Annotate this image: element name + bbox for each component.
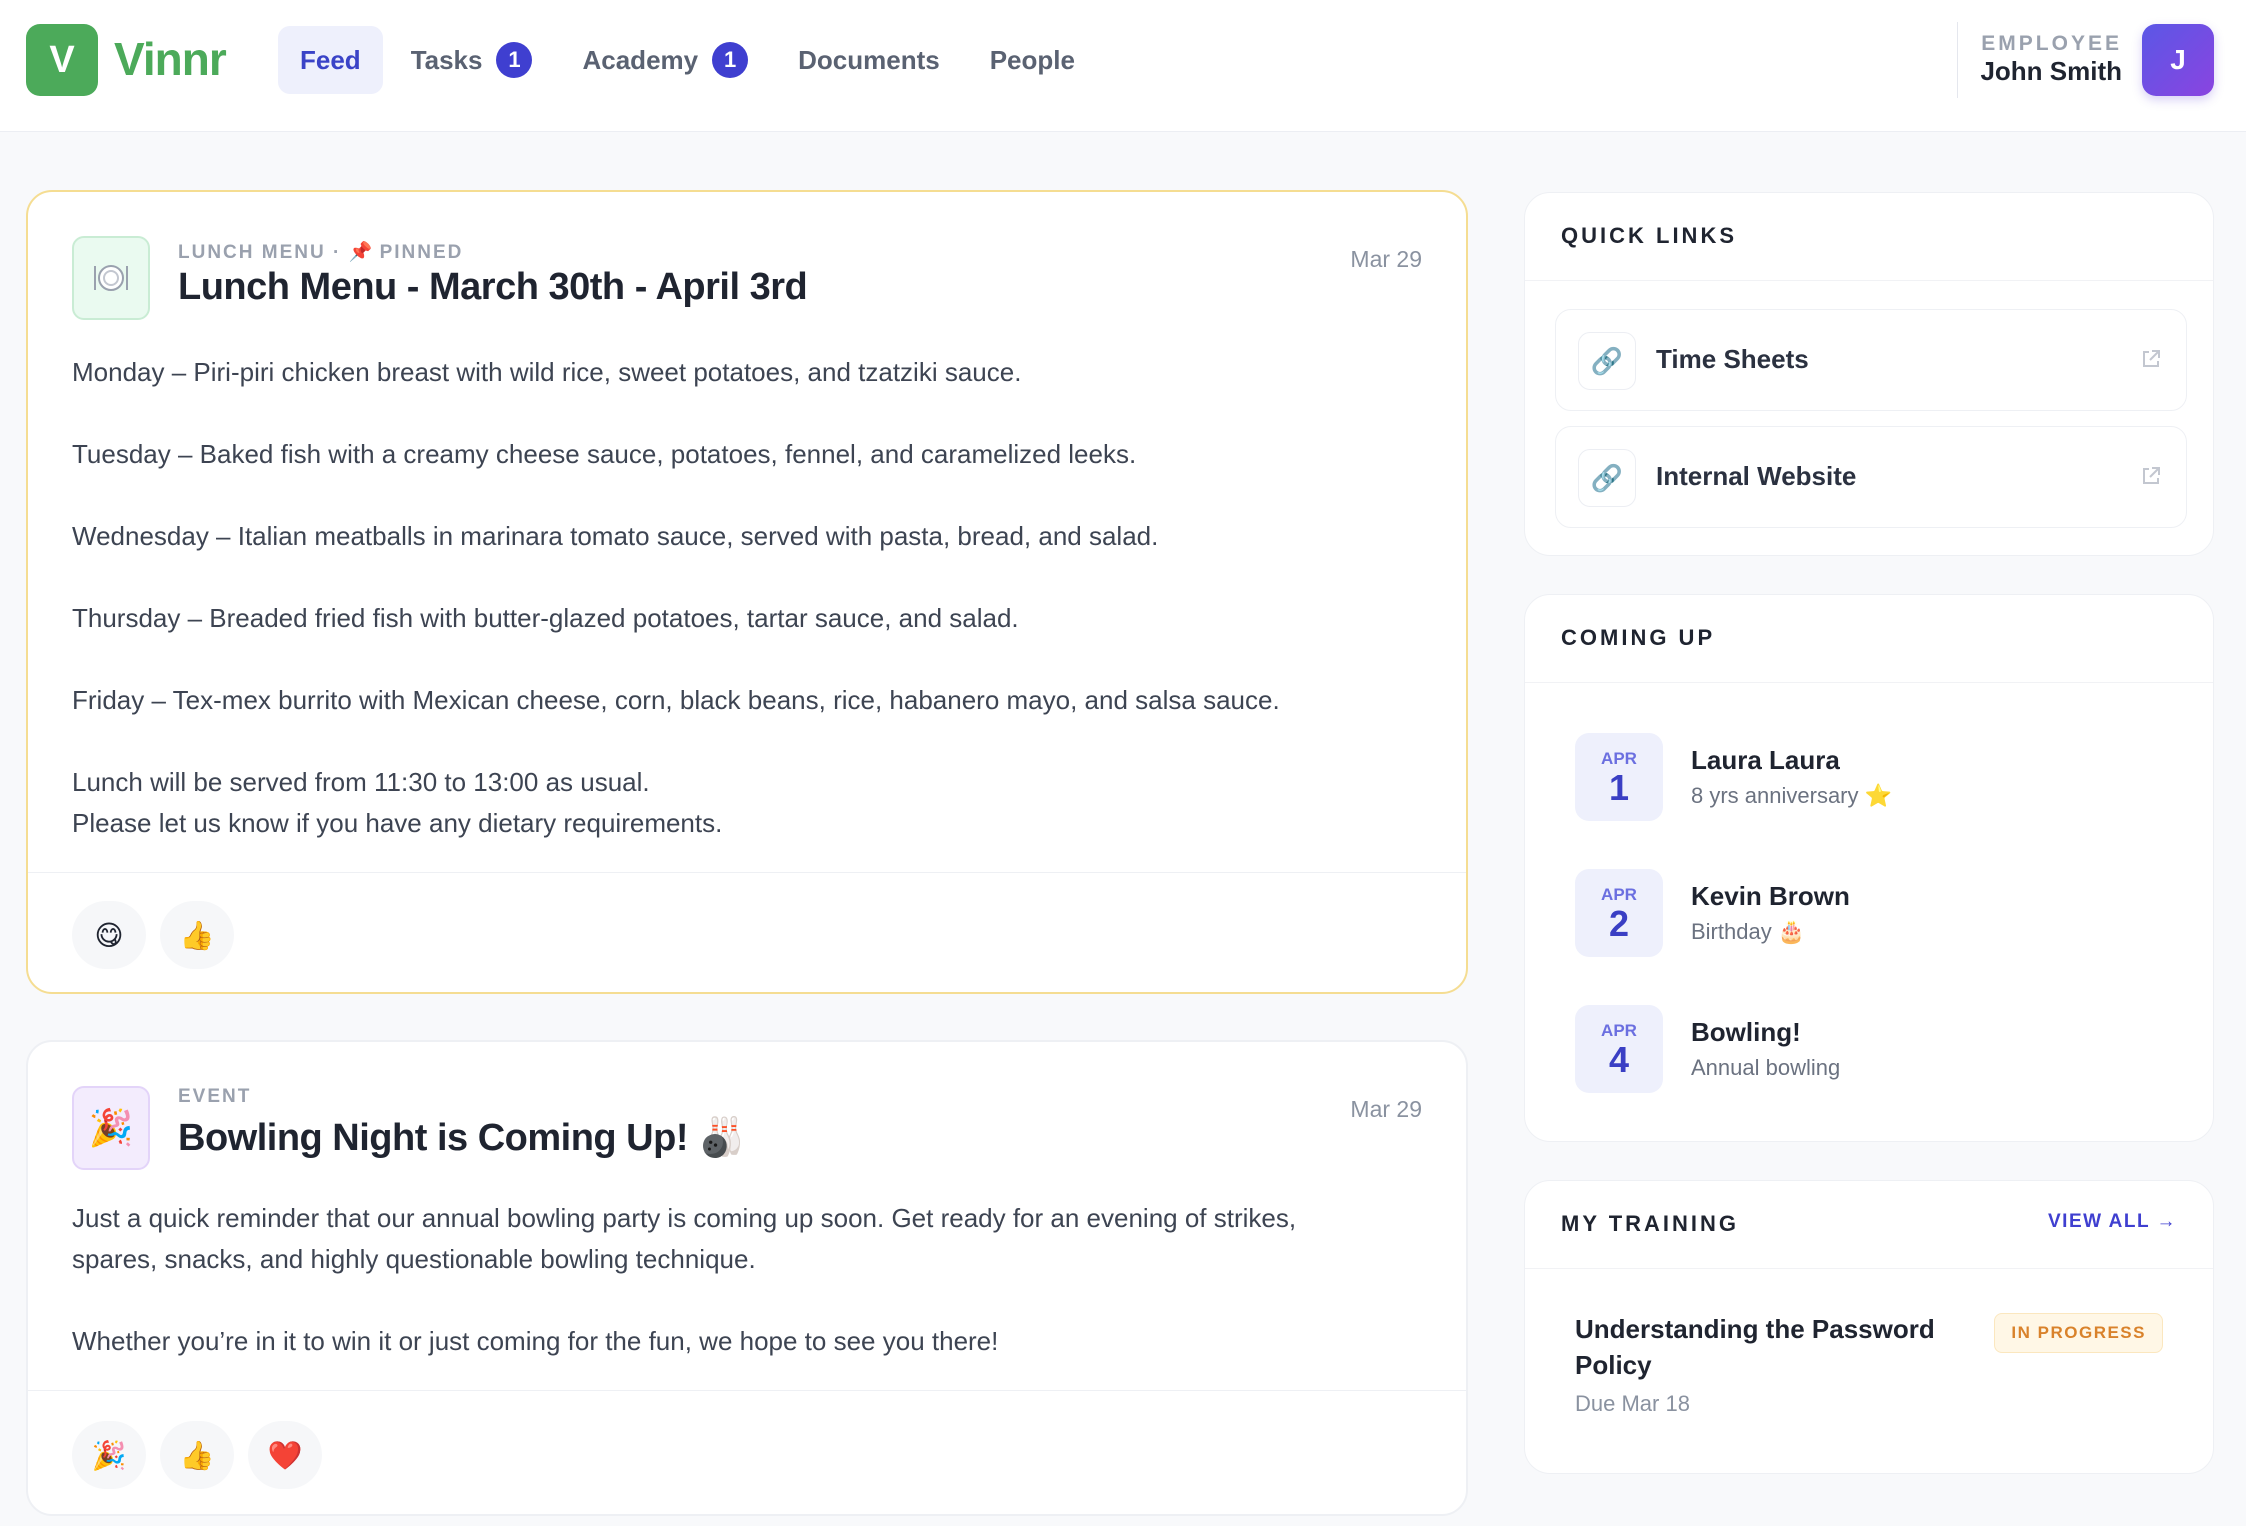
reaction-button[interactable]: 👍 (160, 1421, 234, 1489)
top-navigation-bar: V Vinnr Feed Tasks 1 Academy 1 Documents… (0, 0, 2246, 132)
nav-tab-documents[interactable]: Documents (776, 26, 962, 94)
post-line: Please let us know if you have any dieta… (72, 808, 723, 838)
nav-tab-label: People (989, 44, 1075, 75)
divider (1957, 22, 1958, 98)
pinned-label: PINNED (379, 242, 464, 263)
reaction-button[interactable]: 👍 (160, 901, 234, 969)
post-body: Monday – Piri-piri chicken breast with w… (72, 352, 1422, 844)
reactions-bar: 😋 👍 (28, 872, 1466, 994)
post-line: spares, snacks, and highly questionable … (72, 1244, 756, 1274)
nav-tab-label: Academy (582, 44, 699, 75)
post-line: Thursday – Breaded fried fish with butte… (72, 603, 1019, 633)
post-category: LUNCH MENU · 📌 PINNED (178, 240, 463, 264)
panel-header: COMING UP (1525, 595, 2213, 683)
post-line: Just a quick reminder that our annual bo… (72, 1203, 1297, 1233)
feed-post-bowling-event: 🎉 EVENT Bowling Night is Coming Up! 🎳 Ma… (26, 1040, 1468, 1516)
panel-header: QUICK LINKS (1525, 193, 2213, 281)
app-logo-icon[interactable]: V (26, 24, 98, 96)
event-day: 2 (1608, 903, 1630, 944)
post-line: Tuesday – Baked fish with a creamy chees… (72, 439, 1137, 469)
quick-link-internal-website[interactable]: 🔗 Internal Website (1555, 426, 2187, 528)
nav-tab-tasks[interactable]: Tasks 1 (389, 26, 555, 94)
event-month: APR (1601, 1021, 1637, 1040)
post-date: Mar 29 (1350, 1096, 1422, 1122)
status-badge: IN PROGRESS (1994, 1313, 2163, 1353)
coming-up-panel: COMING UP APR 1 Laura Laura 8 yrs annive… (1524, 594, 2214, 1142)
nav-tab-label: Feed (300, 44, 361, 75)
event-day: 4 (1608, 1039, 1630, 1080)
event-name: Laura Laura (1691, 745, 1840, 775)
user-name: John Smith (1980, 56, 2122, 86)
link-icon: 🔗 (1578, 449, 1636, 507)
nav-tab-label: Tasks (410, 44, 483, 75)
quick-link-label: Internal Website (1656, 461, 1857, 491)
panel-title: QUICK LINKS (1561, 223, 1737, 248)
reactions-bar: 🎉 👍 ❤️ (28, 1390, 1466, 1516)
my-training-panel: MY TRAINING VIEW ALL → Understanding the… (1524, 1180, 2214, 1474)
reaction-button[interactable]: ❤️ (248, 1421, 322, 1489)
post-line: Wednesday – Italian meatballs in marinar… (72, 521, 1159, 551)
training-due-date: Due Mar 18 (1575, 1391, 1690, 1416)
panel-header: MY TRAINING VIEW ALL → (1525, 1181, 2213, 1269)
event-name: Bowling! (1691, 1017, 1801, 1047)
user-avatar[interactable]: J (2142, 24, 2214, 96)
quick-link-label: Time Sheets (1656, 344, 1809, 374)
post-line: Lunch will be served from 11:30 to 13:00… (72, 767, 650, 797)
post-title[interactable]: Bowling Night is Coming Up! 🎳 (178, 1116, 745, 1160)
event-day: 1 (1608, 767, 1630, 808)
app-name[interactable]: Vinnr (114, 30, 227, 88)
training-course-title[interactable]: Understanding the Password Policy (1575, 1311, 1975, 1383)
external-link-icon (2140, 348, 2162, 370)
feed-post-lunch-menu: LUNCH MENU · 📌 PINNED Lunch Menu - March… (26, 190, 1468, 994)
quick-link-time-sheets[interactable]: 🔗 Time Sheets (1555, 309, 2187, 411)
reaction-button[interactable]: 🎉 (72, 1421, 146, 1489)
category-label: LUNCH MENU (178, 242, 326, 263)
upcoming-event[interactable]: APR 4 Bowling! Annual bowling (1575, 1005, 2175, 1095)
upcoming-event[interactable]: APR 2 Kevin Brown Birthday 🎂 (1575, 869, 2175, 959)
event-month: APR (1601, 885, 1637, 904)
post-line: Friday – Tex-mex burrito with Mexican ch… (72, 685, 1280, 715)
reaction-button[interactable]: 😋 (72, 901, 146, 969)
event-month: APR (1601, 749, 1637, 768)
post-line: Monday – Piri-piri chicken breast with w… (72, 357, 1022, 387)
view-all-link[interactable]: VIEW ALL → (2048, 1211, 2177, 1233)
user-role: EMPLOYEE (1981, 32, 2122, 55)
post-date: Mar 29 (1350, 246, 1422, 272)
post-line: Whether you’re in it to win it or just c… (72, 1326, 999, 1356)
quick-links-panel: QUICK LINKS 🔗 Time Sheets 🔗 Internal Web… (1524, 192, 2214, 556)
count-badge: 1 (712, 42, 749, 78)
event-detail: 8 yrs anniversary ⭐ (1691, 783, 1893, 808)
nav-tab-label: Documents (798, 44, 940, 75)
count-badge: 1 (496, 42, 533, 78)
panel-title: COMING UP (1561, 625, 1716, 650)
post-category: EVENT (178, 1086, 251, 1108)
post-body: Just a quick reminder that our annual bo… (72, 1198, 1422, 1362)
upcoming-event[interactable]: APR 1 Laura Laura 8 yrs anniversary ⭐ (1575, 733, 2175, 823)
event-detail: Birthday 🎂 (1691, 919, 1806, 944)
nav-tab-people[interactable]: People (968, 26, 1097, 94)
event-detail: Annual bowling (1691, 1055, 1841, 1080)
event-date-badge: APR 1 (1575, 733, 1663, 821)
main-nav: Feed Tasks 1 Academy 1 Documents People (278, 26, 1103, 94)
link-icon: 🔗 (1578, 332, 1636, 390)
plate-cutlery-icon (72, 236, 150, 320)
event-name: Kevin Brown (1691, 881, 1850, 911)
pin-icon: 📌 (348, 242, 373, 263)
meta-separator: · (333, 242, 342, 263)
external-link-icon (2140, 465, 2162, 487)
party-popper-icon: 🎉 (72, 1086, 150, 1170)
nav-tab-feed[interactable]: Feed (278, 26, 383, 94)
event-date-badge: APR 4 (1575, 1005, 1663, 1093)
panel-title: MY TRAINING (1561, 1211, 1740, 1236)
event-date-badge: APR 2 (1575, 869, 1663, 957)
category-label: EVENT (178, 1086, 252, 1107)
post-title[interactable]: Lunch Menu - March 30th - April 3rd (178, 266, 808, 309)
nav-tab-academy[interactable]: Academy 1 (560, 26, 770, 94)
